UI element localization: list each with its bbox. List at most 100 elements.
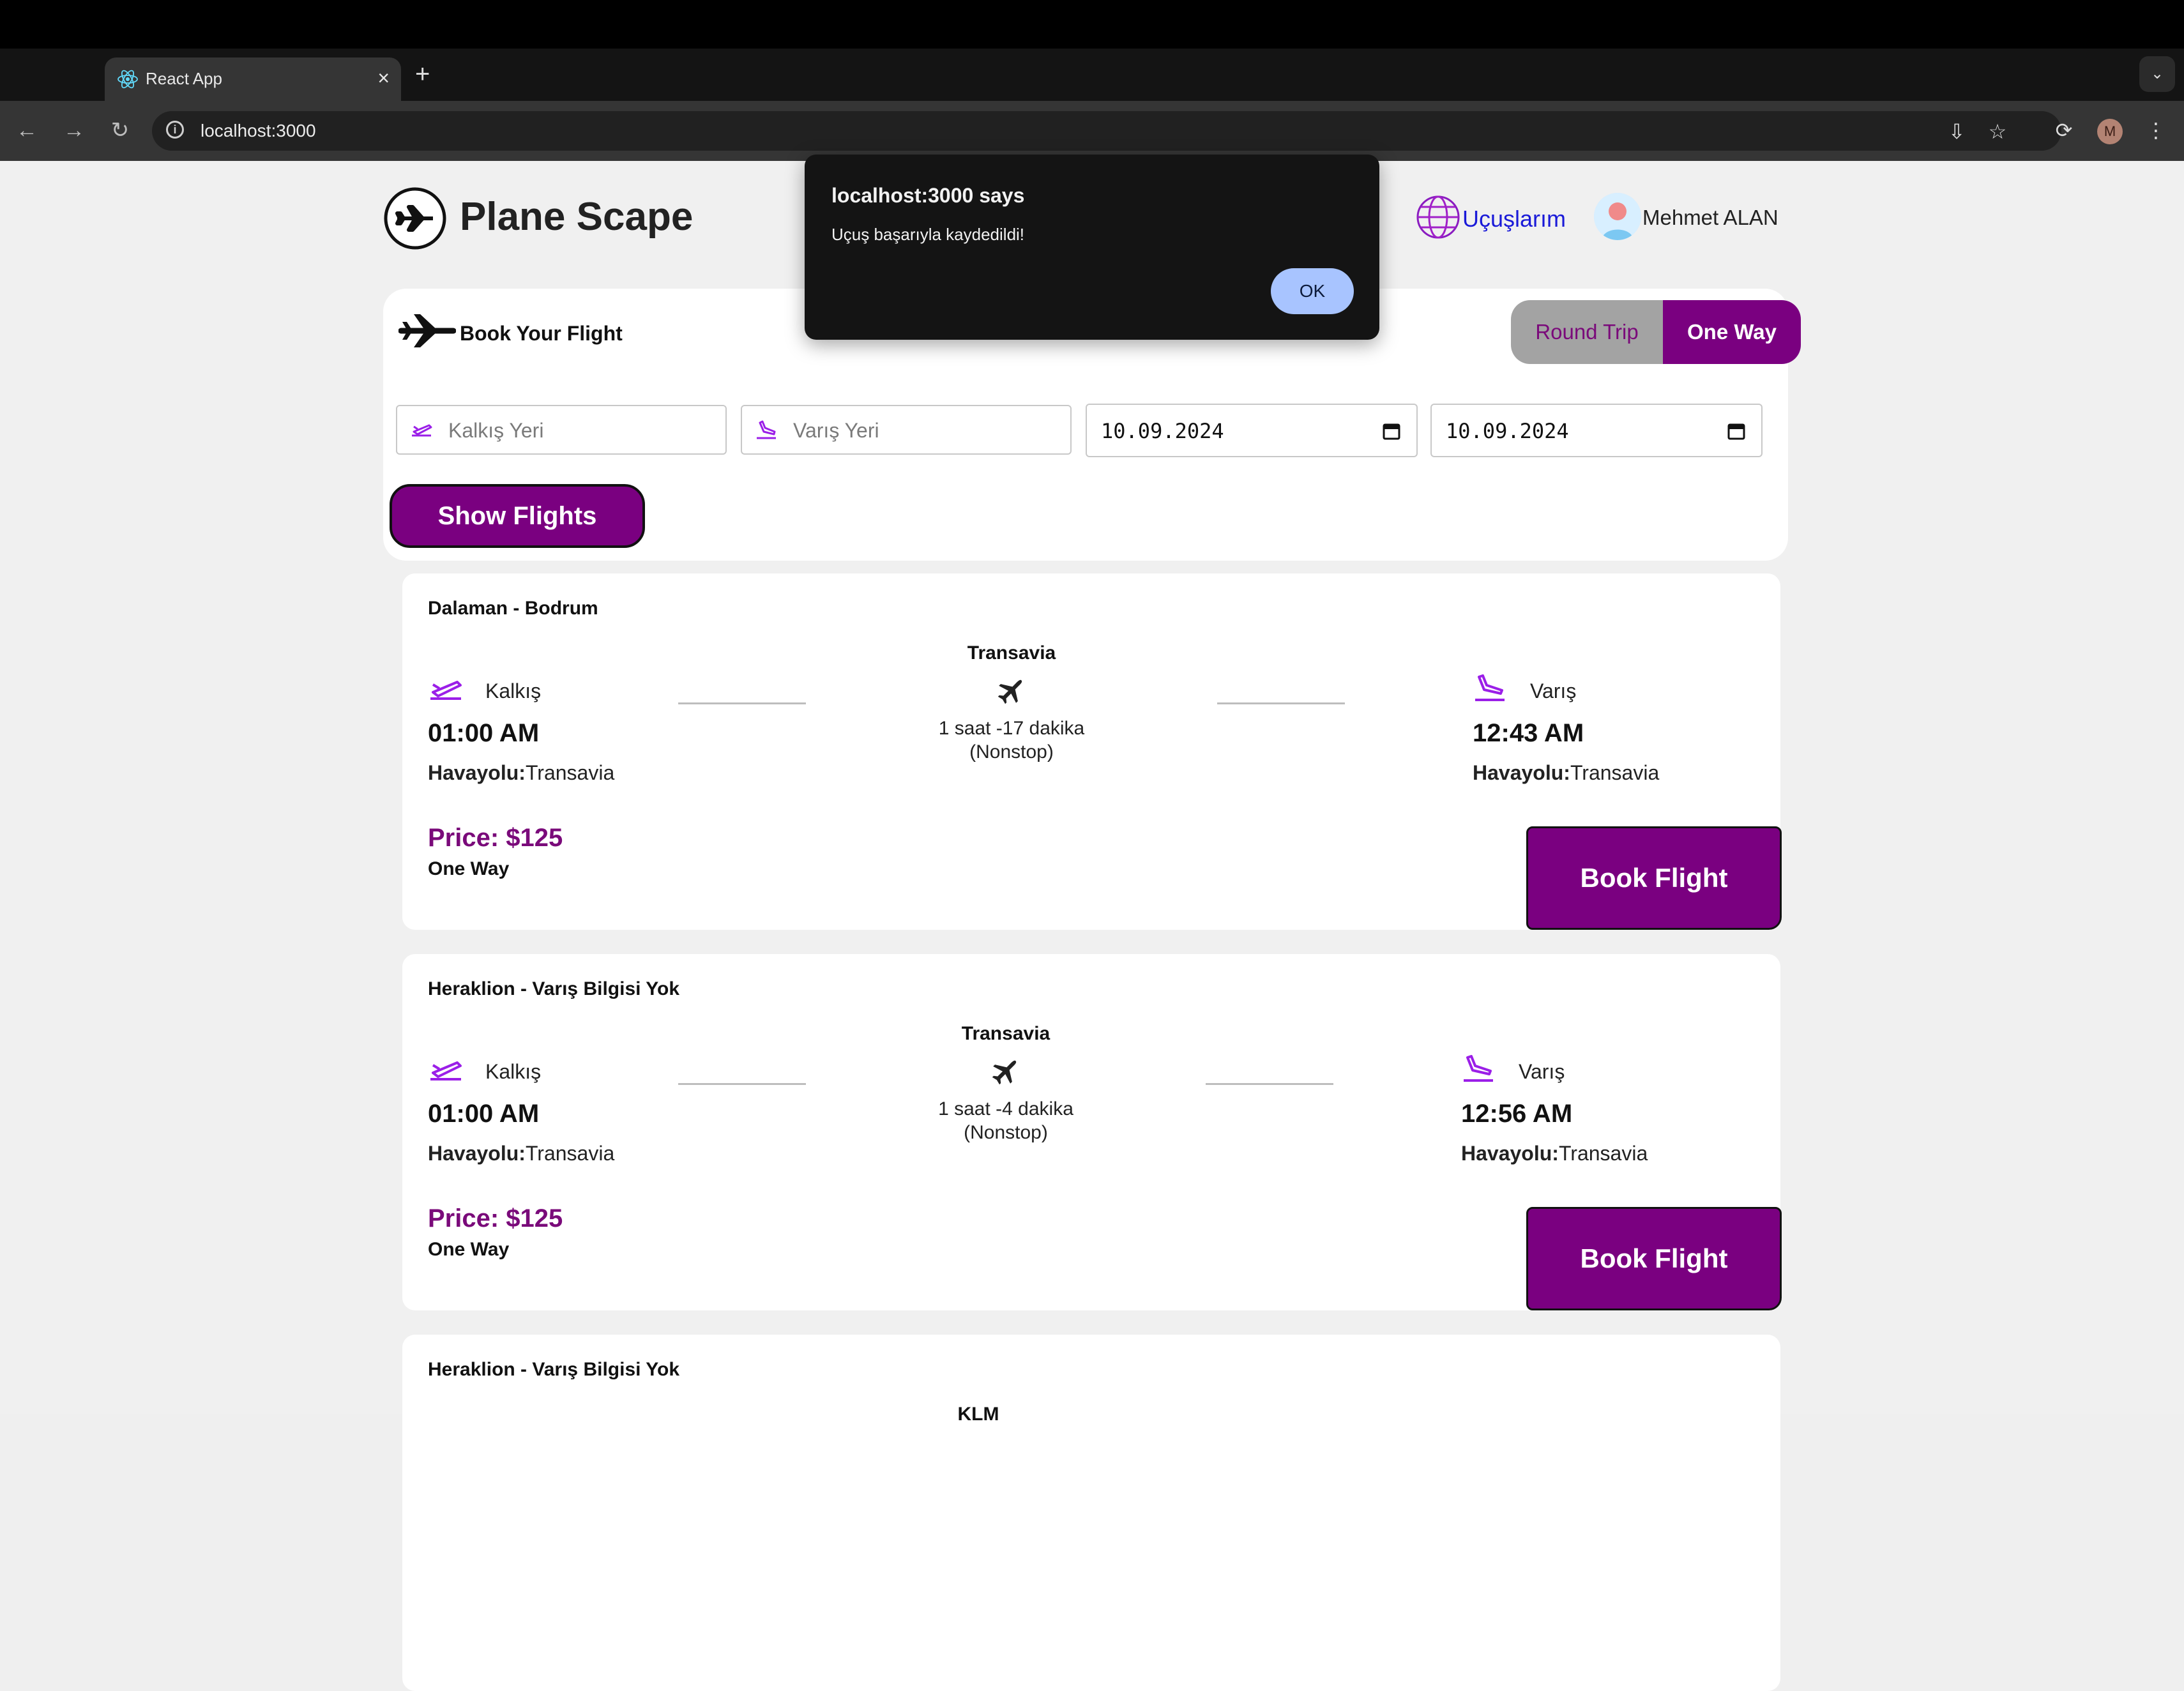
flight-route: Dalaman - Bodrum: [428, 598, 598, 619]
flight-airline: Transavia: [967, 642, 1056, 664]
departure-airline: Havayolu:Transavia: [428, 1142, 614, 1165]
departure-input[interactable]: [447, 414, 718, 447]
flight-route: Heraklion - Varış Bilgisi Yok: [428, 1359, 680, 1380]
date-from-field[interactable]: 10.09.2024: [1086, 404, 1418, 457]
book-flight-button[interactable]: Book Flight: [1526, 1207, 1782, 1310]
date-to-field[interactable]: 10.09.2024: [1430, 404, 1763, 457]
user-name[interactable]: Mehmet ALAN: [1642, 206, 1778, 230]
departure-time: 01:00 AM: [428, 719, 540, 747]
reload-icon[interactable]: ↻: [103, 114, 137, 147]
user-avatar[interactable]: [1594, 193, 1641, 240]
url-text[interactable]: localhost:3000: [201, 121, 316, 141]
airline-value: Transavia: [1558, 1142, 1648, 1165]
browser-menu-icon[interactable]: ⋮: [2141, 115, 2171, 146]
trip-type-toggle: Round Trip One Way: [1511, 300, 1801, 364]
departure-field[interactable]: [396, 405, 727, 455]
os-menu-bar: [0, 0, 2184, 49]
bookmark-star-icon[interactable]: ☆: [1985, 119, 2010, 144]
departure-airline: Havayolu:Transavia: [428, 761, 614, 785]
duration-text: 1 saat -17 dakika: [938, 718, 1085, 739]
airline-key: Havayolu:: [428, 1142, 526, 1165]
flight-card: Dalaman - Bodrum Kalkış 01:00 AM Havayol…: [402, 573, 1782, 930]
date-to-value: 10.09.2024: [1446, 419, 1569, 443]
takeoff-icon: [430, 681, 462, 700]
show-flights-button[interactable]: Show Flights: [390, 484, 645, 548]
arrival-time: 12:43 AM: [1473, 719, 1584, 747]
forward-arrow-icon[interactable]: →: [57, 114, 91, 147]
airline-key: Havayolu:: [1461, 1142, 1559, 1165]
react-icon: [118, 70, 138, 89]
tab-react-app[interactable]: React App ×: [105, 57, 401, 101]
route-line-right: [1206, 1083, 1333, 1085]
airline-value: Transavia: [525, 761, 615, 784]
duration-text: 1 saat -4 dakika: [938, 1098, 1073, 1119]
flight-airline: Transavia: [961, 1023, 1050, 1044]
user-avatar-illustration: [1594, 193, 1641, 240]
tab-search-chevron-icon[interactable]: ⌄: [2139, 56, 2175, 92]
arrival-time: 12:56 AM: [1461, 1100, 1573, 1128]
airplane-icon: [997, 679, 1022, 704]
extensions-icon[interactable]: ⟳: [2049, 115, 2079, 146]
takeoff-icon: [412, 424, 432, 437]
profile-avatar[interactable]: M: [2097, 119, 2123, 144]
airline-key: Havayolu:: [1473, 761, 1570, 784]
date-from-value: 10.09.2024: [1101, 419, 1224, 443]
departure-label: Kalkış: [485, 679, 542, 702]
one-way-button[interactable]: One Way: [1663, 300, 1801, 364]
dialog-title: localhost:3000 says: [831, 184, 1025, 207]
airplane-icon: [992, 1060, 1017, 1085]
airline-value: Transavia: [525, 1142, 615, 1165]
route-line-left: [678, 702, 806, 704]
site-info-icon[interactable]: i: [166, 121, 184, 139]
flight-card: Heraklion - Varış Bilgisi Yok Kalkış 01:…: [402, 954, 1782, 1310]
flight-card: Heraklion - Varış Bilgisi Yok KLM: [402, 1335, 1780, 1691]
trip-type-label: One Way: [428, 1239, 510, 1260]
flight-price: Price: $125: [428, 824, 563, 852]
dialog-message: Uçuş başarıyla kaydedildi!: [831, 225, 1025, 244]
alert-dialog: localhost:3000 says Uçuş başarıyla kayde…: [805, 155, 1379, 340]
flight-duration: 1 saat -4 dakika (Nonstop): [891, 1097, 1121, 1144]
arrival-label: Varış: [1519, 1060, 1565, 1083]
arrival-airline: Havayolu:Transavia: [1473, 761, 1659, 785]
calendar-icon[interactable]: [1382, 421, 1401, 441]
trip-type-label: One Way: [428, 858, 510, 879]
ok-button[interactable]: OK: [1271, 268, 1354, 314]
nav-link-ucuslarim[interactable]: Uçuşlarım: [1462, 206, 1566, 232]
landing-icon: [1464, 1055, 1493, 1082]
landing-icon: [757, 420, 776, 439]
round-trip-button[interactable]: Round Trip: [1511, 300, 1663, 364]
brand-title[interactable]: Plane Scape: [460, 194, 693, 239]
route-line-left: [678, 1083, 806, 1085]
airline-value: Transavia: [1570, 761, 1660, 784]
takeoff-icon: [430, 1061, 462, 1081]
browser-toolbar: ← → ↻ i localhost:3000 ⇩ ☆ ⟳ M ⋮: [0, 101, 2184, 161]
airline-key: Havayolu:: [428, 761, 526, 784]
address-bar[interactable]: i localhost:3000 ⇩ ☆: [152, 111, 2061, 151]
install-app-icon[interactable]: ⇩: [1944, 119, 1969, 144]
flight-airline: KLM: [957, 1404, 999, 1425]
plane-logo-icon: [384, 187, 446, 250]
calendar-icon[interactable]: [1727, 421, 1746, 441]
book-flight-button[interactable]: Book Flight: [1526, 826, 1782, 930]
flight-duration: 1 saat -17 dakika (Nonstop): [897, 717, 1126, 764]
close-tab-icon[interactable]: ×: [377, 65, 390, 91]
stops-text: (Nonstop): [964, 1122, 1048, 1143]
book-your-flight-title: Book Your Flight: [460, 322, 623, 345]
landing-icon: [1475, 674, 1505, 701]
route-line-right: [1217, 702, 1345, 704]
arrival-label: Varış: [1530, 679, 1577, 702]
departure-time: 01:00 AM: [428, 1100, 540, 1128]
flight-price: Price: $125: [428, 1204, 563, 1232]
arrival-field[interactable]: [741, 405, 1072, 455]
tab-strip: React App × + ⌄: [0, 49, 2184, 101]
arrival-input[interactable]: [792, 414, 1063, 447]
airplane-icon: [398, 314, 456, 347]
back-arrow-icon[interactable]: ←: [10, 114, 43, 147]
globe-icon: [1416, 195, 1460, 239]
new-tab-button[interactable]: +: [415, 61, 430, 87]
stops-text: (Nonstop): [969, 741, 1054, 762]
departure-label: Kalkış: [485, 1060, 542, 1083]
flight-route: Heraklion - Varış Bilgisi Yok: [428, 978, 680, 999]
arrival-airline: Havayolu:Transavia: [1461, 1142, 1648, 1165]
page-content: Plane Scape s Uçuşlarım Mehmet ALAN Book…: [0, 161, 2184, 1691]
